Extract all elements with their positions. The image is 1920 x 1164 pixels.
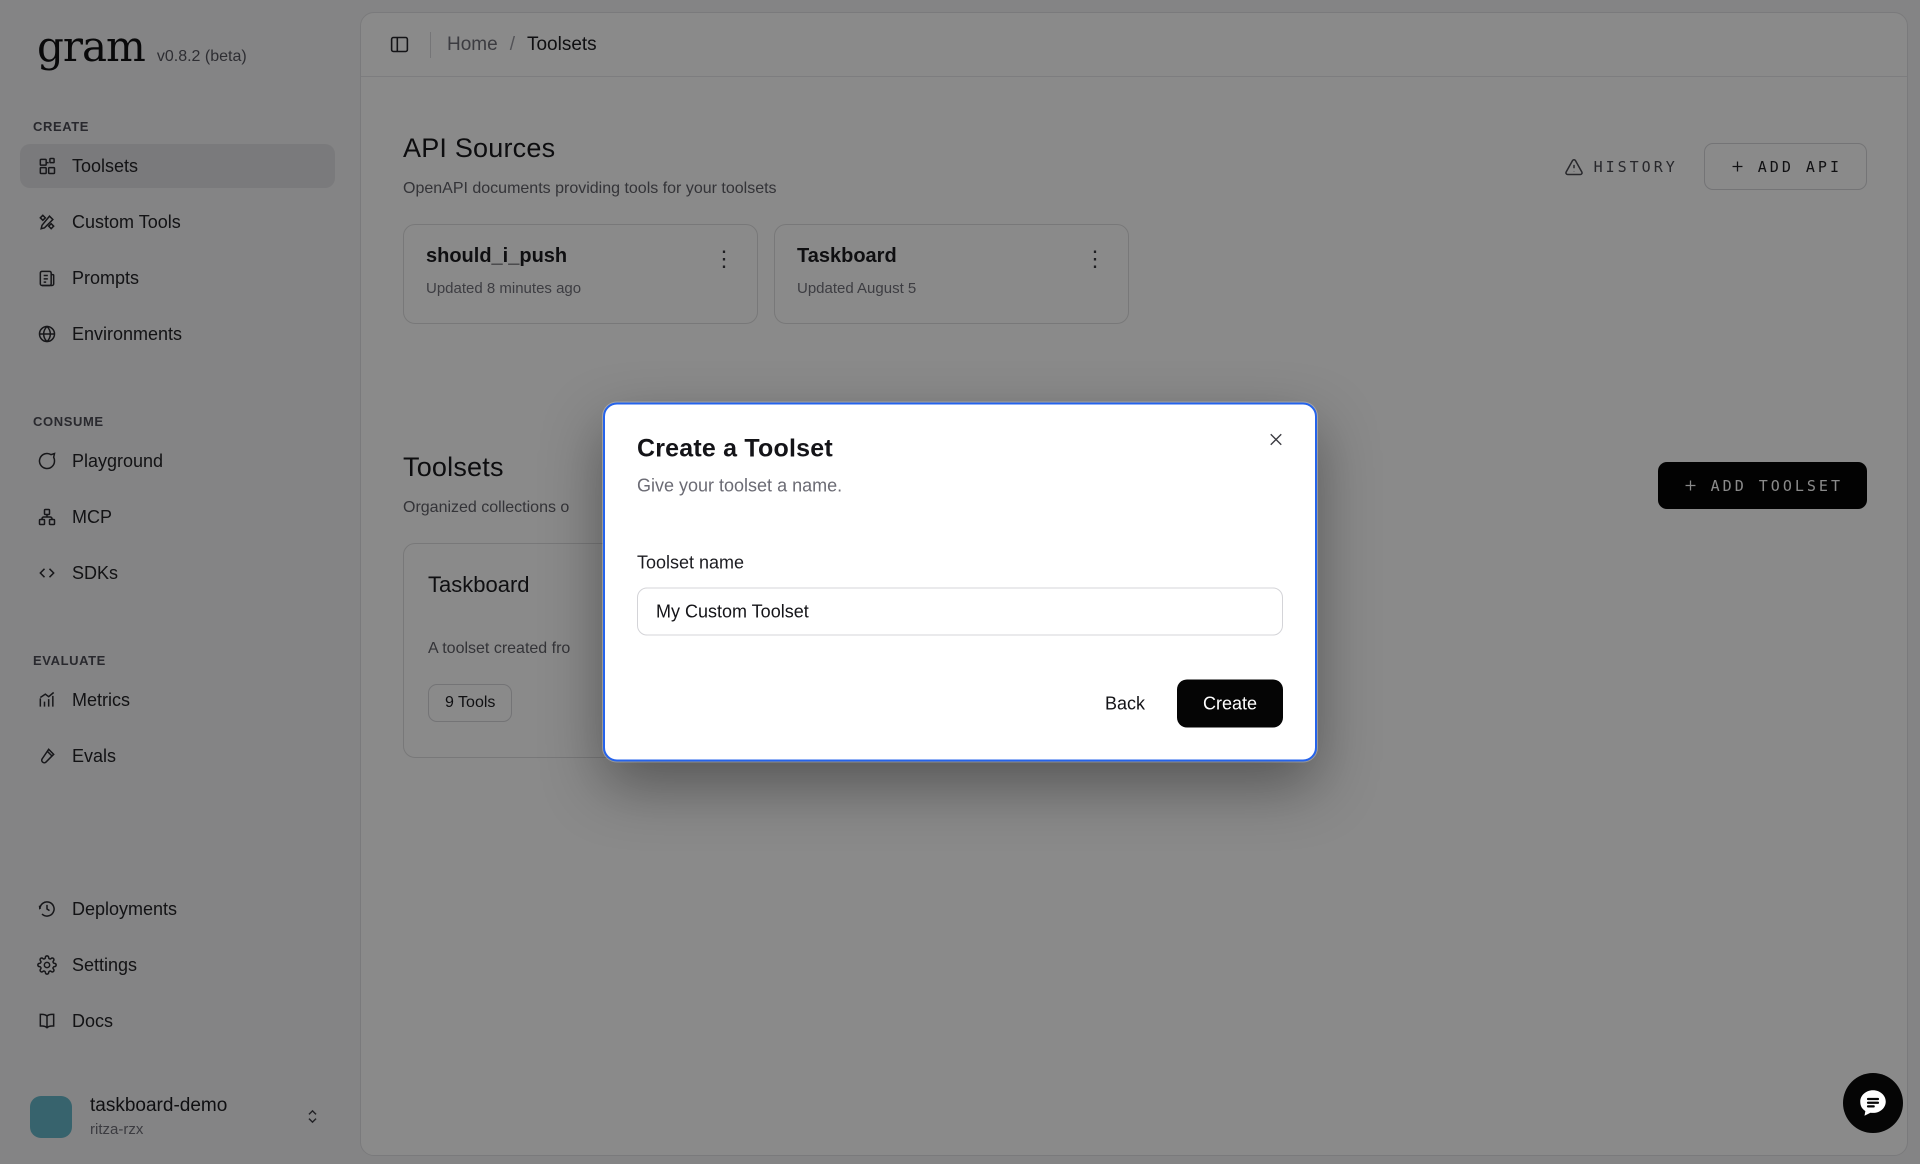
toolset-name-input[interactable]: [637, 588, 1283, 636]
create-toolset-dialog: Create a Toolset Give your toolset a nam…: [603, 403, 1317, 762]
chat-widget-button[interactable]: [1843, 1073, 1903, 1133]
dialog-form: Toolset name: [637, 553, 1283, 636]
toolset-name-label: Toolset name: [637, 553, 1283, 574]
back-button[interactable]: Back: [1087, 683, 1163, 724]
dialog-footer: Back Create: [637, 680, 1283, 728]
chat-bubble-icon: [1856, 1086, 1890, 1120]
dialog-subtitle: Give your toolset a name.: [637, 476, 1283, 497]
close-icon[interactable]: [1263, 427, 1289, 453]
create-button[interactable]: Create: [1177, 680, 1283, 728]
dialog-title: Create a Toolset: [637, 435, 1283, 464]
